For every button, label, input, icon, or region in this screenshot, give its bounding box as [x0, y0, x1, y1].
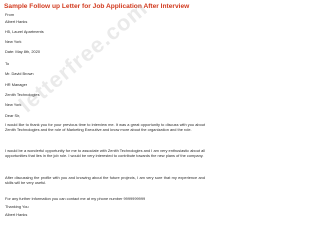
body-paragraph-3: After discussing the profile with you an… [5, 175, 205, 186]
recipient-name: Mr. David Brown [5, 71, 34, 76]
watermark: letterfree.com [14, 0, 153, 118]
letter-date: Date: May 8th, 2020 [5, 49, 41, 54]
body-paragraph-1: I would like to thank you for your previ… [5, 122, 205, 133]
document-title: Sample Follow up Letter for Job Applicat… [4, 3, 190, 10]
body-paragraph-2: I would be a wonderful opportunity for m… [5, 148, 205, 159]
salutation: Dear Sir, [5, 113, 21, 118]
signoff-name: Albert Hanks [5, 212, 28, 217]
letter-page: Sample Follow up Letter for Job Applicat… [0, 0, 213, 237]
sender-name: Albert Hanks [5, 19, 28, 24]
contact-line: For any further information you can cont… [5, 196, 146, 201]
sender-city: New York [5, 39, 22, 44]
recipient-role: HR Manager [5, 82, 28, 87]
from-label: From [5, 12, 15, 17]
sender-address: H5, Laurel Apartments [5, 29, 44, 34]
to-label: To [5, 61, 10, 66]
closing: Thanking You [5, 204, 29, 209]
